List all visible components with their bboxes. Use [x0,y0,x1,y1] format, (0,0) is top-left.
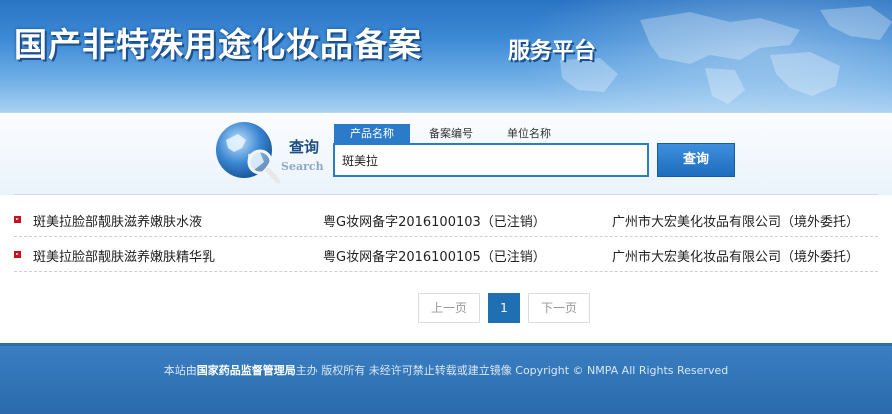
result-product-name[interactable]: 斑美拉脸部靓肤滋养嫩肤水液 [33,211,202,230]
result-product-name[interactable]: 斑美拉脸部靓肤滋养嫩肤精华乳 [33,246,215,265]
prev-page-button[interactable]: 上一页 [418,293,480,323]
search-input[interactable] [333,143,649,177]
row-divider [14,271,878,272]
footer-suffix: 主办 版权所有 未经许可禁止转载或建立镜像 Copyright © NMPA A… [295,364,729,377]
footer-copyright: 本站由国家药品监督管理局主办 版权所有 未经许可禁止转载或建立镜像 Copyri… [0,362,892,378]
tab-product-name[interactable]: 产品名称 [334,124,410,144]
site-subtitle: 服务平台 [508,38,597,64]
footer-prefix: 本站由 [163,364,197,377]
result-company: 广州市大宏美化妆品有限公司（境外委托） [612,215,860,230]
row-divider [14,236,878,237]
search-label-en: Search [281,160,324,173]
results-top-divider [14,194,878,195]
result-registration-number: 粤G妆网备字2016100103（已注销） [323,215,546,230]
red-arrow-bullet-icon [14,251,21,258]
tab-registration-number[interactable]: 备案编号 [418,124,484,144]
footer: 本站由国家药品监督管理局主办 版权所有 未经许可禁止转载或建立镜像 Copyri… [0,343,892,414]
search-button[interactable]: 查询 [657,143,735,177]
result-row[interactable]: 斑美拉脸部靓肤滋养嫩肤精华乳 粤G妆网备字2016100105（已注销） 广州市… [0,240,892,270]
next-page-button[interactable]: 下一页 [528,293,590,323]
search-label: 查询 [289,138,320,156]
page-number-current[interactable]: 1 [488,293,520,323]
red-arrow-bullet-icon [14,216,21,223]
result-company: 广州市大宏美化妆品有限公司（境外委托） [612,250,860,265]
header-banner: 国产非特殊用途化妆品备案 服务平台 [0,0,892,112]
site-title: 国产非特殊用途化妆品备案 [14,25,422,64]
tab-company-name[interactable]: 单位名称 [496,124,562,144]
footer-org-name: 国家药品监督管理局 [196,364,296,377]
globe-search-icon [216,122,281,184]
result-registration-number: 粤G妆网备字2016100105（已注销） [323,250,546,265]
result-row[interactable]: 斑美拉脸部靓肤滋养嫩肤水液 粤G妆网备字2016100103（已注销） 广州市大… [0,205,892,235]
